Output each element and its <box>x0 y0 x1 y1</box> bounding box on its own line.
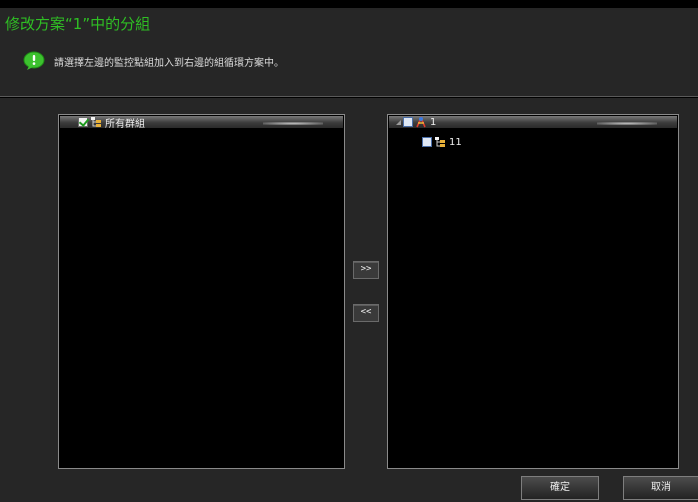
tree-node-label: 1 <box>430 116 437 128</box>
dialog-title: 修改方案“1”中的分組 <box>5 15 151 33</box>
add-to-scheme-button[interactable]: >> <box>353 261 379 279</box>
scheme-icon <box>416 116 426 128</box>
tree-node-label: 11 <box>449 136 462 148</box>
hint-text: 請選擇左邊的監控點組加入到右邊的組循環方案中。 <box>54 58 284 69</box>
group-tree-icon <box>435 137 445 147</box>
available-groups-panel[interactable]: 所有群組 <box>58 114 345 469</box>
tree-node-label: 所有群組 <box>105 118 145 130</box>
tree-node-group[interactable]: 11 <box>422 135 462 149</box>
remove-from-scheme-button[interactable]: << <box>353 304 379 322</box>
collapse-arrow-icon[interactable] <box>396 119 401 125</box>
all-groups-checkbox[interactable] <box>78 117 88 127</box>
tree-node-all-groups[interactable]: 所有群組 <box>78 115 145 130</box>
info-bubble-icon <box>23 51 45 70</box>
cancel-button[interactable]: 取消 <box>623 476 698 500</box>
scheme-groups-panel[interactable]: 1 11 <box>387 114 679 469</box>
scheme-checkbox[interactable] <box>403 117 413 127</box>
dialog: 修改方案“1”中的分組 請選擇左邊的監控點組加入到右邊的組循環方案中。 所有群組 <box>0 0 698 502</box>
dialog-body: 所有群組 >> << 1 11 確定 取消 <box>0 98 698 502</box>
tree-node-scheme[interactable]: 1 <box>396 115 436 129</box>
ok-button[interactable]: 確定 <box>521 476 599 500</box>
dialog-header: 修改方案“1”中的分組 請選擇左邊的監控點組加入到右邊的組循環方案中。 <box>0 8 698 97</box>
group-tree-icon <box>91 117 101 127</box>
group-checkbox[interactable] <box>422 137 432 147</box>
